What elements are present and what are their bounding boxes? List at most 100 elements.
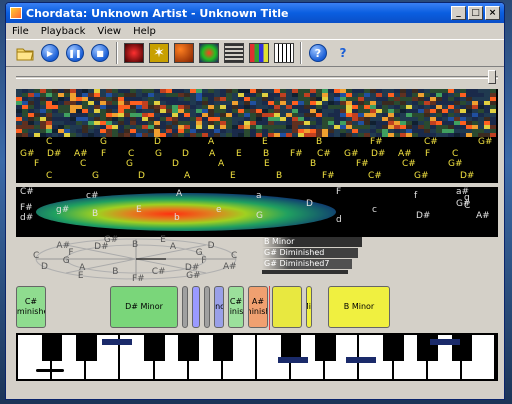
note-label: B bbox=[316, 137, 323, 147]
circles-view-button[interactable] bbox=[173, 42, 195, 64]
note-label: B bbox=[263, 149, 270, 159]
blob-label: A# bbox=[476, 211, 490, 221]
bars-view-button[interactable] bbox=[248, 42, 270, 64]
seek-slider[interactable] bbox=[16, 69, 498, 85]
blob-label: F# bbox=[20, 203, 33, 213]
window-title: Chordata: Unknown Artist - Unknown Title bbox=[26, 6, 289, 20]
menu-playback[interactable]: Playback bbox=[41, 26, 86, 37]
blob-label: b bbox=[174, 213, 180, 223]
menu-bar: File Playback View Help bbox=[6, 23, 504, 39]
menu-file[interactable]: File bbox=[12, 26, 29, 37]
piano-black-key[interactable] bbox=[212, 335, 234, 361]
close-button[interactable]: × bbox=[485, 6, 500, 20]
chord-block[interactable]: Ind bbox=[214, 286, 224, 328]
chord-block[interactable]: C# Diminished bbox=[16, 286, 46, 328]
spectrum-view-icon bbox=[124, 43, 144, 63]
stop-icon: ■ bbox=[91, 44, 109, 62]
chord-timeline: C# Diminished D# Minor Ind C# Diminished A# … bbox=[16, 286, 498, 330]
help-button[interactable]: ? bbox=[307, 42, 329, 64]
chord-block-label: Ind bbox=[215, 302, 223, 311]
whatsthis-button[interactable]: ? bbox=[332, 42, 354, 64]
circle-label: B bbox=[112, 267, 119, 278]
chord-block[interactable] bbox=[204, 286, 210, 328]
chord-block[interactable]: C# Diminished bbox=[228, 286, 244, 328]
circle-label: A# bbox=[222, 262, 237, 273]
circle-label: G# bbox=[186, 270, 201, 281]
spectrum-view-button[interactable] bbox=[123, 42, 145, 64]
circle-label: D bbox=[207, 240, 215, 251]
piano-keyboard bbox=[16, 333, 498, 381]
chord-block[interactable] bbox=[192, 286, 200, 328]
note-label: G bbox=[155, 149, 162, 159]
blob-view-button[interactable] bbox=[198, 42, 220, 64]
chord-block[interactable] bbox=[182, 286, 188, 328]
blob-label: d bbox=[336, 215, 342, 225]
play-button[interactable]: ▶ bbox=[39, 42, 61, 64]
piano-black-key[interactable] bbox=[144, 335, 165, 361]
whatsthis-icon: ? bbox=[339, 46, 347, 60]
pause-button[interactable]: ❚❚ bbox=[64, 42, 86, 64]
toolbar-separator bbox=[116, 42, 118, 64]
chord-block-label: B Minor bbox=[343, 302, 375, 311]
chord-block-label: C# Diminished bbox=[16, 297, 45, 316]
circle-label: C bbox=[230, 251, 238, 262]
chord-block-label: B Minor bbox=[307, 302, 311, 311]
piano-black-key[interactable] bbox=[383, 335, 404, 361]
blob-label: F bbox=[336, 187, 342, 197]
circles-view-icon bbox=[174, 43, 194, 63]
piano-black-key[interactable] bbox=[315, 335, 336, 361]
minimize-button[interactable]: _ bbox=[451, 6, 466, 20]
circle-label: C# bbox=[151, 267, 166, 278]
note-label: C# bbox=[317, 149, 331, 159]
chord-block-label: D# Minor bbox=[125, 302, 163, 311]
menu-view[interactable]: View bbox=[97, 26, 121, 37]
circle-label: A# bbox=[56, 240, 71, 251]
blob-label: C# bbox=[20, 187, 34, 197]
stop-button[interactable]: ■ bbox=[89, 42, 111, 64]
help-icon: ? bbox=[309, 44, 327, 62]
active-note-marker bbox=[430, 339, 460, 345]
chord-block[interactable]: B Minor bbox=[328, 286, 390, 328]
chord-block[interactable]: A# Diminished bbox=[248, 286, 268, 328]
note-label: C bbox=[452, 149, 459, 159]
note-label: B bbox=[310, 159, 317, 169]
note-label: G bbox=[126, 159, 133, 169]
chord-candidate-4 bbox=[262, 270, 348, 274]
chord-block[interactable]: B Minor bbox=[306, 286, 312, 328]
chord-block-label: A# Diminished bbox=[249, 297, 267, 316]
note-label: D bbox=[172, 159, 179, 169]
menu-help[interactable]: Help bbox=[133, 26, 156, 37]
chord-block[interactable] bbox=[272, 286, 302, 328]
circle-label: A bbox=[169, 242, 177, 253]
blob-label: c# bbox=[86, 191, 99, 201]
keyboard-view-button[interactable] bbox=[273, 42, 295, 64]
chord-candidate-1: B Minor bbox=[262, 237, 362, 247]
note-names-panel: C G D A E B F# C# G# G# D# A# F C G D A E B F# C# G# D# A# F C F C G… bbox=[16, 137, 498, 183]
piano-black-key[interactable] bbox=[76, 335, 97, 361]
note-label: A bbox=[209, 149, 216, 159]
note-label: D bbox=[154, 137, 161, 147]
note-label: D# bbox=[371, 149, 386, 159]
note-label: F bbox=[34, 159, 40, 169]
seek-track bbox=[16, 76, 498, 79]
lines-view-button[interactable] bbox=[223, 42, 245, 64]
toolbar-separator bbox=[300, 42, 302, 64]
note-label: G# bbox=[448, 159, 463, 169]
blob-label: B bbox=[92, 209, 99, 219]
key-blob-panel: C# c# F# g# d# B Eb Ae a G Dd Fc f g C D# G# a# A# bbox=[16, 187, 498, 237]
chord-candidate-3: G# Diminished7 bbox=[262, 259, 352, 269]
star-view-button[interactable]: ✶ bbox=[148, 42, 170, 64]
chord-block[interactable]: D# Minor bbox=[110, 286, 178, 328]
open-folder-icon[interactable] bbox=[14, 42, 36, 64]
note-label: E bbox=[264, 159, 270, 169]
maximize-button[interactable]: □ bbox=[468, 6, 483, 20]
keyboard-view-icon bbox=[274, 43, 294, 63]
piano-black-key[interactable] bbox=[41, 335, 63, 361]
note-label: F bbox=[425, 149, 431, 159]
active-note-marker bbox=[102, 339, 132, 345]
note-label: C bbox=[46, 171, 53, 181]
title-bar[interactable]: Chordata: Unknown Artist - Unknown Title… bbox=[6, 3, 504, 23]
blob-label: e bbox=[216, 205, 222, 215]
piano-black-key[interactable] bbox=[178, 335, 199, 361]
seek-thumb[interactable] bbox=[488, 70, 496, 84]
